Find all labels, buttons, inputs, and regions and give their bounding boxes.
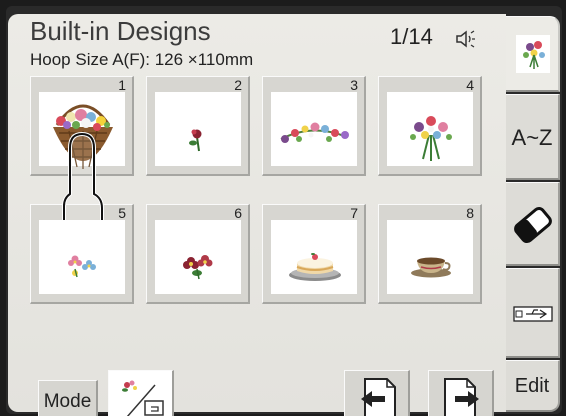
page-indicator: 1/14 (390, 24, 433, 49)
design-tile-4[interactable]: 4 (378, 76, 482, 176)
page-title: Built-in Designs (30, 16, 211, 46)
previous-page-button[interactable] (344, 370, 410, 416)
floral-garland-icon (280, 122, 349, 143)
tab-usb-memory[interactable] (506, 268, 560, 358)
tab-edit[interactable]: Edit (506, 360, 560, 412)
tab-alphabet[interactable]: A~Z (506, 94, 560, 180)
single-flower-icon (189, 129, 202, 152)
design-tile-6[interactable]: 6 (146, 204, 250, 304)
small-flowers-icon (68, 255, 96, 278)
eraser-icon (514, 206, 552, 244)
tab-eraser[interactable] (506, 182, 560, 266)
flower-bouquet-icon (410, 116, 452, 161)
cake-icon (289, 253, 341, 281)
mode-button[interactable]: Mode (38, 380, 98, 416)
design-tile-8[interactable]: 8 (378, 204, 482, 304)
embroidery-to-hoop-icon (122, 380, 164, 416)
next-page-button[interactable] (428, 370, 494, 416)
design-tile-5[interactable]: 5 (30, 204, 134, 304)
design-tile-7[interactable]: 7 (262, 204, 366, 304)
convert-button[interactable] (108, 370, 174, 416)
design-selection-panel: Built-in Designs Hoop Size A(F): 126 ×11… (8, 14, 506, 416)
next-page-icon (444, 378, 479, 416)
previous-page-icon (361, 378, 396, 416)
teacup-icon (411, 257, 451, 278)
red-flowers-icon (183, 255, 213, 280)
tab-edit-label: Edit (514, 375, 550, 397)
flower-basket-icon (53, 104, 113, 169)
tab-built-in-designs[interactable] (506, 16, 560, 92)
design-tile-3[interactable]: 3 (262, 76, 366, 176)
design-tile-2[interactable]: 2 (146, 76, 250, 176)
tab-alphabet-label: A~Z (511, 125, 553, 150)
flower-design-icon (516, 35, 550, 73)
usb-icon (513, 306, 553, 322)
speaker-icon[interactable] (454, 28, 476, 50)
hoop-size-label: Hoop Size A(F): 126 ×110mm (30, 50, 254, 69)
design-tile-1[interactable]: 1 (30, 76, 134, 176)
